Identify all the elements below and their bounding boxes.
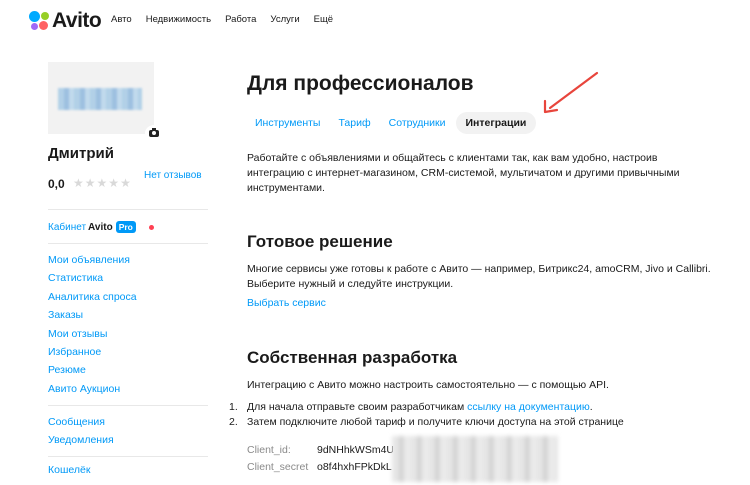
documentation-link[interactable]: ссылку на документацию [467,400,590,415]
avito-logo[interactable]: Avito [29,9,102,33]
cabinet-brand: Avito [88,221,113,233]
intro-text: Работайте с объявлениями и общайтесь с к… [247,152,680,194]
sidebar-item-wallet[interactable]: Кошелёк [48,464,90,476]
top-nav: Авто Недвижимость Работа Услуги Ещё [111,14,347,25]
cabinet-pro-link[interactable]: Кабинет Avito Pro [48,221,136,233]
step-text: Затем подключите любой тариф и получите … [247,416,624,428]
nav-item-services[interactable]: Услуги [270,14,299,25]
nav-item-auto[interactable]: Авто [111,14,132,25]
star-icon: ★ [73,176,85,190]
integration-steps: 1. Для начала отправьте своим разработчи… [229,400,624,430]
sidebar-item-messages[interactable]: Сообщения [48,414,114,432]
rating-stars: ★★★★★ [73,176,132,190]
sidebar-menu: Мои объявления Статистика Аналитика спро… [48,252,137,399]
avatar-blurred-image [58,88,142,110]
logo-dots-icon [29,11,49,31]
section-tabs: Инструменты Тариф Сотрудники Интеграции [247,112,538,134]
step-item: 1. Для начала отправьте своим разработчи… [229,400,624,415]
sidebar-item-my-ads[interactable]: Мои объявления [48,252,137,270]
nav-item-realty[interactable]: Недвижимость [146,14,211,25]
client-secret-label: Client_secret [247,461,309,473]
nav-item-jobs[interactable]: Работа [225,14,256,25]
keys-redaction-blur [392,436,558,482]
annotation-arrow-icon [543,71,599,114]
tab-employees[interactable]: Сотрудники [381,112,454,134]
notification-dot [149,225,154,230]
pro-badge: Pro [115,221,136,233]
sidebar-menu-wallet: Кошелёк [48,464,90,476]
step-tail: . [589,401,593,413]
tab-tools[interactable]: Инструменты [247,112,328,134]
nav-item-more[interactable]: Ещё [314,14,333,25]
sidebar-item-auction[interactable]: Авито Аукцион [48,381,137,399]
divider [48,456,208,457]
client-secret-value[interactable]: o8f4hxhFPkDkL [317,461,393,473]
cabinet-label: Кабинет [48,221,87,233]
own-development-text: Интеграцию с Авито можно настроить самос… [247,379,609,391]
page-title: Для профессионалов [247,72,474,95]
tab-integrations[interactable]: Интеграции [455,112,537,134]
sidebar-item-resume[interactable]: Резюме [48,362,137,380]
star-icon: ★ [120,176,132,190]
client-id-label: Client_id: [247,444,291,456]
camera-icon[interactable] [145,125,163,141]
avatar[interactable] [48,62,154,134]
step-number: 2. [229,416,238,428]
own-development-heading: Собственная разработка [247,348,458,367]
ready-solution-heading: Готовое решение [247,232,393,251]
sidebar-item-notifications[interactable]: Уведомления [48,432,114,450]
sidebar-item-my-reviews[interactable]: Мои отзывы [48,326,137,344]
star-icon: ★ [96,176,109,190]
divider [48,405,208,406]
user-name: Дмитрий [48,145,114,162]
top-header: Avito Авто Недвижимость Работа Услуги Ещ… [0,0,750,42]
star-icon: ★ [84,176,97,190]
star-icon: ★ [108,176,121,190]
sidebar-menu-messages: Сообщения Уведомления [48,414,114,451]
choose-service-link[interactable]: Выбрать сервис [247,297,326,309]
step-number: 1. [229,401,238,413]
sidebar-item-orders[interactable]: Заказы [48,307,137,325]
ready-solution-text: Многие сервисы уже готовы к работе с Ави… [247,263,711,290]
sidebar-item-favorites[interactable]: Избранное [48,344,137,362]
sidebar-item-statistics[interactable]: Статистика [48,270,137,288]
client-id-value[interactable]: 9dNHhkWSm4U0 [317,444,393,456]
rating-value: 0,0 [48,177,65,191]
divider [48,243,208,244]
logo-text: Avito [52,9,102,32]
sidebar-item-demand-analytics[interactable]: Аналитика спроса [48,289,137,307]
divider [48,209,208,210]
reviews-link[interactable]: Нет отзывов [144,168,204,184]
tab-tariff[interactable]: Тариф [330,112,378,134]
step-text: Для начала отправьте своим разработчикам [247,401,465,413]
client-secret-row: Client_secret o8f4hxhFPkDkL [247,461,393,473]
client-id-row: Client_id: 9dNHhkWSm4U0 [247,444,393,456]
step-item: 2. Затем подключите любой тариф и получи… [229,415,624,430]
